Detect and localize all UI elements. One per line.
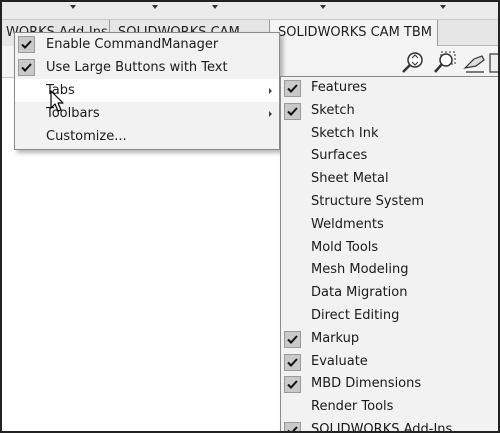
submenu-item-evaluate[interactable]: Evaluate	[281, 351, 500, 374]
submenu-item-direct-editing[interactable]: Direct Editing	[281, 305, 500, 328]
submenu-item-surfaces[interactable]: Surfaces	[281, 145, 500, 168]
menu-item-use-large-buttons[interactable]: Use Large Buttons with Text	[15, 56, 279, 79]
submenu-item-features[interactable]: Features	[281, 77, 500, 100]
submenu-item-label: Sketch Ink	[311, 125, 379, 141]
zoom-to-fit-icon[interactable]	[400, 50, 426, 76]
submenu-item-sketch[interactable]: Sketch	[281, 100, 500, 123]
dropdown-arrow-icon[interactable]	[152, 5, 158, 9]
tabs-submenu: Features Sketch Sketch Ink Surfaces Sheet Me…	[280, 76, 500, 433]
submenu-item-mbd-dimensions[interactable]: MBD Dimensions	[281, 373, 500, 396]
submenu-item-label: MBD Dimensions	[311, 376, 422, 392]
submenu-item-structure-system[interactable]: Structure System	[281, 191, 500, 214]
submenu-item-render-tools[interactable]: Render Tools	[281, 396, 500, 419]
submenu-item-mold-tools[interactable]: Mold Tools	[281, 237, 500, 260]
check-icon	[284, 102, 301, 120]
submenu-item-label: Weldments	[311, 216, 384, 232]
submenu-item-label: Structure System	[311, 193, 425, 209]
tab-solidworks-cam-tbm[interactable]: SOLIDWORKS CAM TBM	[270, 20, 438, 46]
menu-item-label: Customize...	[46, 129, 127, 144]
submenu-item-solidworks-add-ins[interactable]: SOLIDWORKS Add-Ins	[281, 419, 500, 433]
menu-item-enable-commandmanager[interactable]: Enable CommandManager	[15, 33, 279, 56]
check-icon	[284, 330, 301, 348]
submenu-item-label: Surfaces	[311, 148, 368, 164]
menu-item-customize[interactable]: Customize...	[15, 125, 279, 148]
dropdown-arrow-icon[interactable]	[440, 5, 446, 9]
commandmanager-top-strip	[0, 0, 500, 20]
menu-item-label: Use Large Buttons with Text	[46, 60, 228, 75]
check-icon	[284, 353, 301, 371]
submenu-item-label: SOLIDWORKS Add-Ins	[311, 421, 453, 433]
submenu-item-sheet-metal[interactable]: Sheet Metal	[281, 168, 500, 191]
check-icon	[18, 59, 35, 76]
previous-view-icon[interactable]	[462, 50, 488, 76]
submenu-item-data-migration[interactable]: Data Migration	[281, 282, 500, 305]
submenu-item-sketch-ink[interactable]: Sketch Ink	[281, 123, 500, 146]
submenu-item-markup[interactable]: Markup	[281, 328, 500, 351]
dropdown-arrow-icon[interactable]	[212, 5, 218, 9]
submenu-item-label: Mold Tools	[311, 239, 379, 255]
submenu-item-label: Evaluate	[311, 353, 368, 369]
submenu-item-label: Direct Editing	[311, 307, 400, 323]
check-icon	[284, 421, 301, 433]
check-icon	[284, 80, 301, 97]
submenu-item-label: Mesh Modeling	[311, 262, 409, 278]
section-view-icon[interactable]	[488, 50, 500, 76]
submenu-item-label: Data Migration	[311, 285, 408, 301]
mouse-pointer-icon	[50, 90, 66, 114]
submenu-item-label: Sheet Metal	[311, 171, 389, 187]
check-icon	[284, 376, 301, 394]
dropdown-arrow-icon[interactable]	[70, 5, 76, 9]
menu-item-label: Enable CommandManager	[46, 37, 219, 52]
dropdown-arrow-icon[interactable]	[320, 5, 326, 9]
submenu-item-label: Render Tools	[311, 399, 394, 415]
submenu-item-label: Sketch	[311, 102, 355, 118]
submenu-item-label: Markup	[311, 330, 360, 346]
submenu-item-mesh-modeling[interactable]: Mesh Modeling	[281, 259, 500, 282]
submenu-item-weldments[interactable]: Weldments	[281, 214, 500, 237]
submenu-arrow-icon	[269, 88, 272, 94]
submenu-item-label: Features	[311, 80, 367, 95]
zoom-to-area-icon[interactable]	[432, 50, 458, 76]
check-icon	[18, 36, 35, 53]
submenu-arrow-icon	[269, 111, 272, 117]
